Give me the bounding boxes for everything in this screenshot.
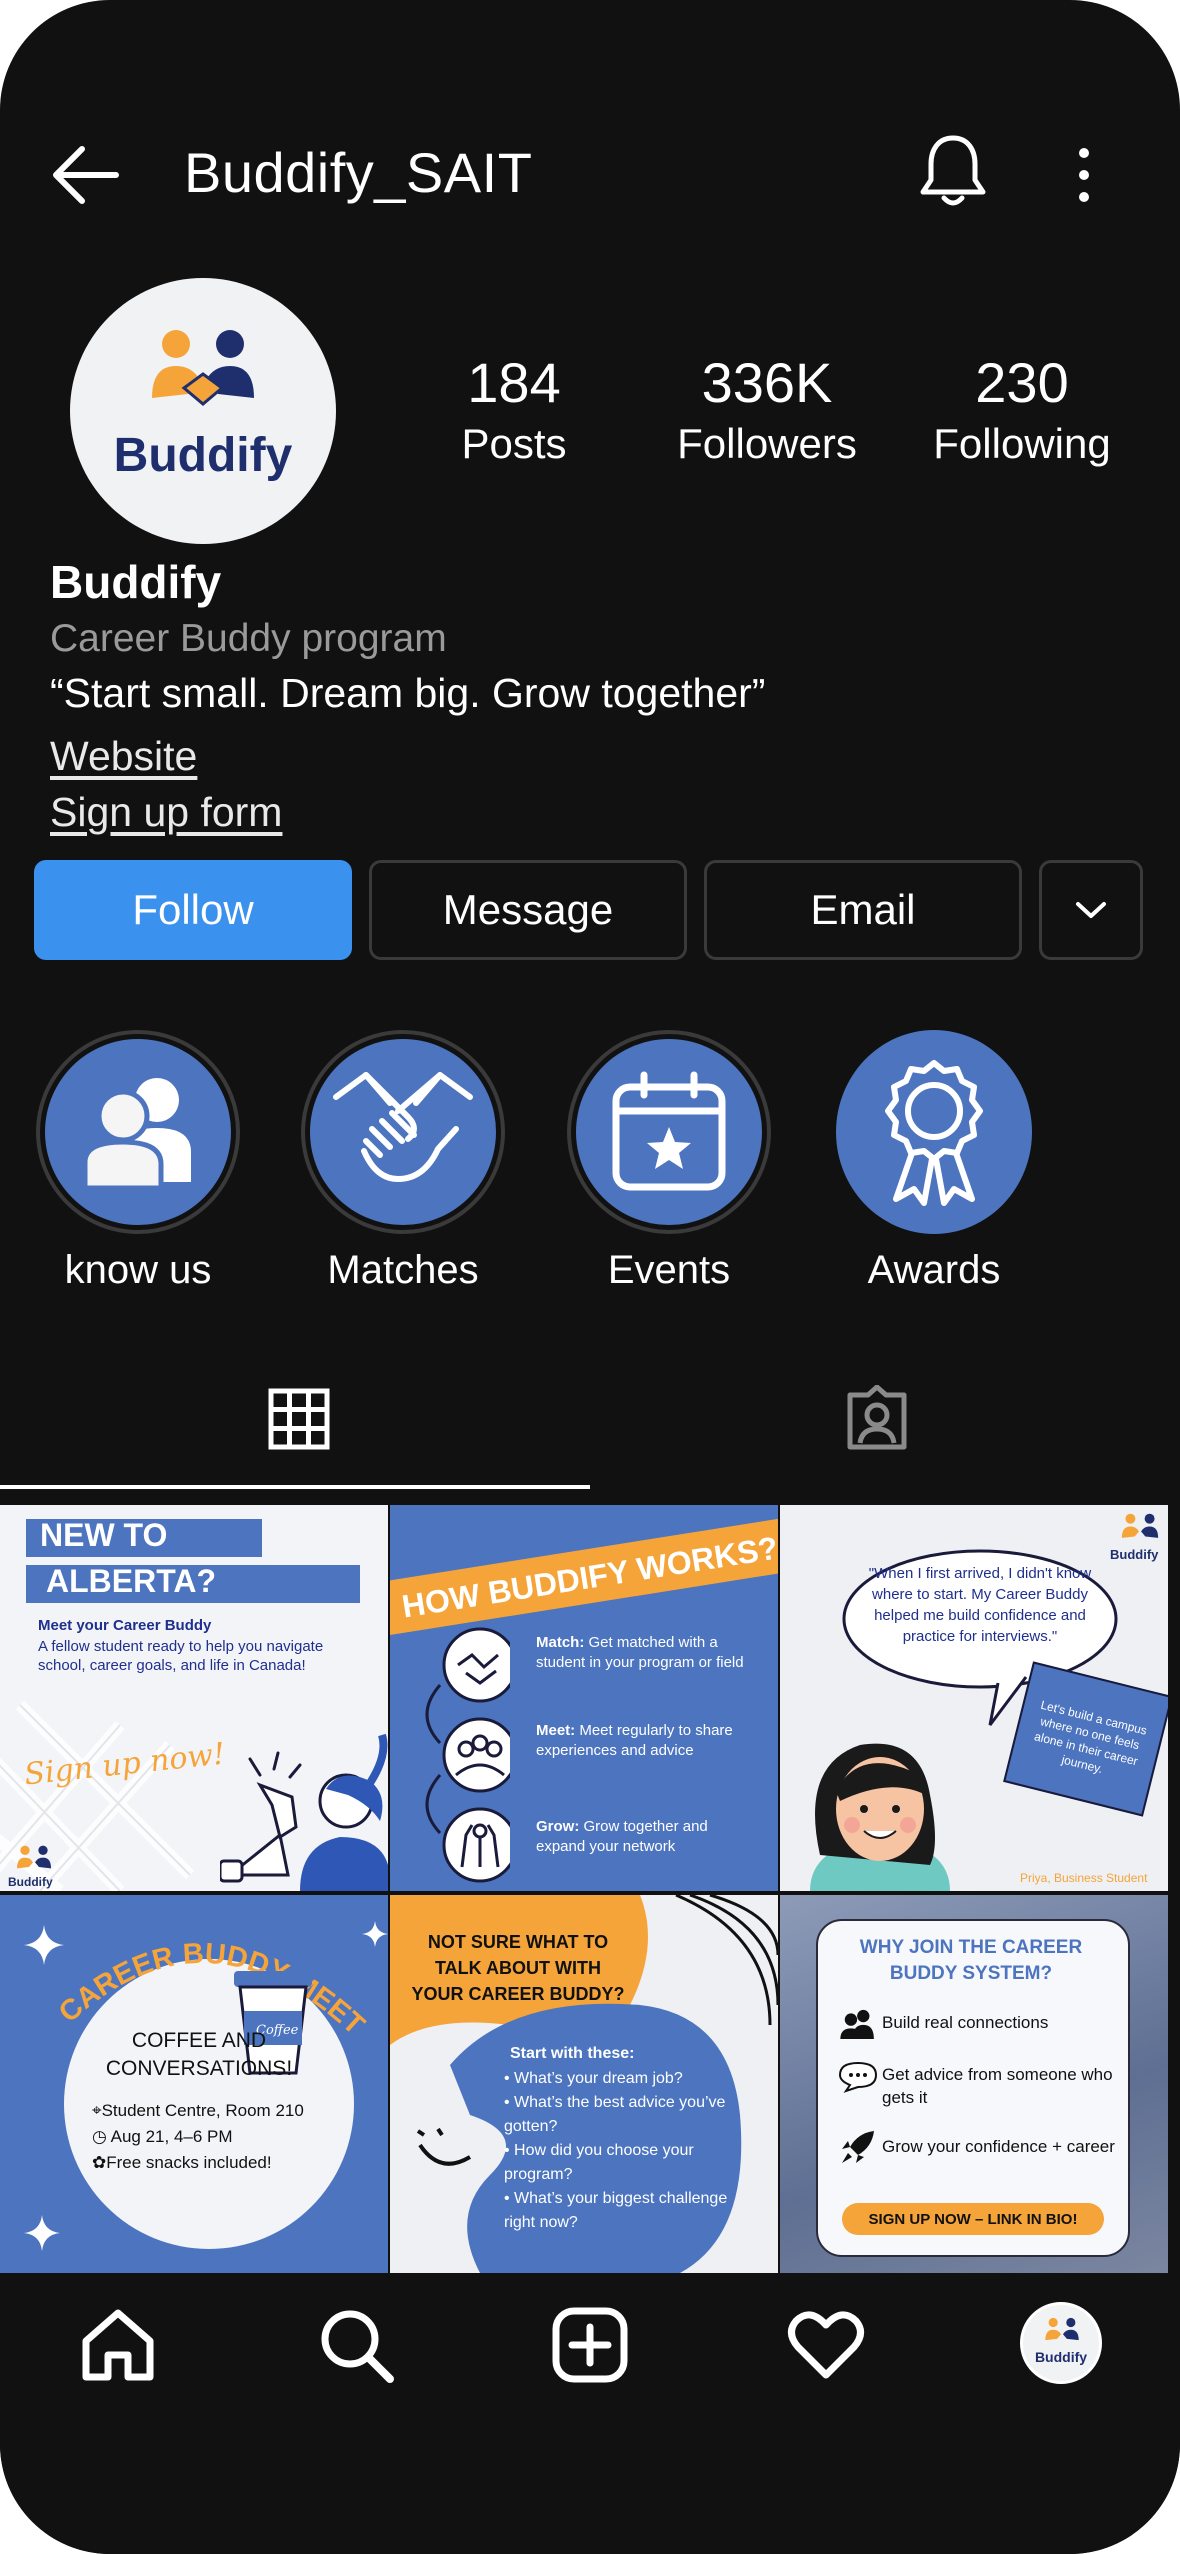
meetup-arc-title: CAREER BUDDY MEETUP	[20, 1903, 371, 2042]
active-tab-indicator	[0, 1485, 590, 1489]
post-title-line2: ALBERTA?	[46, 1563, 217, 1599]
post-heading: NOT SURE WHAT TO TALK ABOUT WITH YOUR CA…	[411, 1932, 625, 2004]
highlight-label: Awards	[867, 1248, 1001, 1292]
post-snacks: ✿Free snacks included!	[92, 2153, 272, 2172]
chevron-down-icon	[1076, 902, 1106, 918]
sparkle-icon	[24, 1925, 64, 1965]
following-label[interactable]: Following	[892, 420, 1152, 468]
student-illustration	[810, 1743, 950, 1891]
award-ribbon-icon	[885, 1060, 983, 1206]
post-step-match: Match: Get matched with a student in you…	[536, 1634, 744, 1671]
buddify-logo-icon	[1121, 1513, 1159, 1538]
follow-button[interactable]: Follow	[34, 860, 352, 960]
calendar-star-icon	[612, 1071, 726, 1191]
sparkle-icon	[362, 1921, 388, 1947]
post-heading: Meet your Career Buddy	[38, 1617, 212, 1634]
post-career-buddy-meetup[interactable]: CAREER BUDDY MEETUP Coffee COFFEE AND CO…	[0, 1895, 388, 2273]
highlight-know-us[interactable]: know us	[32, 1030, 244, 1293]
grid-icon[interactable]	[268, 1388, 330, 1450]
post-step-grow: Grow: Grow together and expand your netw…	[536, 1818, 708, 1855]
following-count[interactable]: 230	[892, 350, 1152, 415]
people-icon	[82, 1078, 191, 1191]
email-button[interactable]: Email	[704, 860, 1022, 960]
heart-icon[interactable]	[786, 2305, 866, 2385]
highlight-events[interactable]: Events	[563, 1030, 775, 1293]
post-title: COFFEE AND CONVERSATIONS!	[105, 2029, 293, 2080]
profile-display-name: Buddify	[50, 556, 222, 608]
handshake-icon	[333, 1072, 473, 1182]
phone-screen: Buddify_SAIT Buddify 184 Posts 336K Foll…	[0, 0, 1180, 2554]
chat-bubble-icon	[838, 2061, 878, 2093]
steps-illustration	[425, 1627, 510, 1883]
post-credit: Priya, Business Student	[1020, 1871, 1148, 1885]
buddify-logo-icon	[17, 1845, 51, 1869]
followers-count[interactable]: 336K	[637, 350, 897, 415]
post-logo-text: Buddify	[8, 1875, 53, 1889]
post-body: A fellow student ready to help you navig…	[38, 1638, 324, 1674]
post-title-line1: NEW TO	[40, 1517, 168, 1553]
post-item: Grow your confidence + career	[882, 2137, 1115, 2156]
more-options-icon[interactable]	[1072, 145, 1096, 205]
profile-username: Buddify_SAIT	[184, 141, 533, 204]
highlight-label: Matches	[327, 1248, 479, 1292]
avatar-brand-text: Buddify	[1034, 2349, 1088, 2365]
posts-count: 184	[467, 351, 561, 414]
followers-label[interactable]: Followers	[637, 420, 897, 468]
buddify-logo-icon	[152, 330, 254, 406]
post-quote: "When I first arrived, I didn't know whe…	[868, 1565, 1092, 1645]
post-how-buddify-works[interactable]: HOW BUDDIFY WORKS? Match: Get matched wi…	[390, 1505, 778, 1891]
highlight-label: Events	[607, 1248, 731, 1292]
search-icon[interactable]	[316, 2305, 396, 2385]
post-testimonial[interactable]: Buddify "When I first arrived, I didn't …	[780, 1505, 1168, 1891]
home-icon[interactable]	[78, 2305, 158, 2385]
signup-form-link[interactable]: Sign up form	[50, 789, 282, 836]
post-conversation-starters[interactable]: NOT SURE WHAT TO TALK ABOUT WITH YOUR CA…	[390, 1895, 778, 2273]
highlight-label: know us	[64, 1248, 212, 1292]
post-step-meet: Meet: Meet regularly to share experience…	[536, 1722, 733, 1759]
profile-avatar[interactable]: Buddify	[70, 278, 336, 544]
rocket-icon	[842, 2131, 874, 2163]
people-icon	[840, 2009, 874, 2039]
buddify-logo-icon	[1045, 2317, 1079, 2341]
post-location: ⌖Student Centre, Room 210	[92, 2101, 304, 2120]
message-button[interactable]: Message	[369, 860, 687, 960]
add-post-icon[interactable]	[550, 2305, 630, 2385]
post-new-to-alberta[interactable]: NEW TO ALBERTA? Meet your Career Buddy A…	[0, 1505, 388, 1891]
back-arrow-icon[interactable]	[46, 140, 126, 210]
profile-bio: “Start small. Dream big. Grow together”	[50, 670, 766, 716]
megaphone-person-illustration	[220, 1733, 388, 1891]
sparkle-icon	[24, 2215, 60, 2251]
svg-text:CAREER BUDDY MEETUP: CAREER BUDDY MEETUP	[20, 1903, 371, 2042]
highlight-awards[interactable]: Awards	[828, 1030, 1040, 1293]
highlight-matches[interactable]: Matches	[297, 1030, 509, 1293]
profile-category: Career Buddy program	[50, 617, 447, 660]
website-link[interactable]: Website	[50, 733, 197, 780]
post-why-join[interactable]: WHY JOIN THE CAREER BUDDY SYSTEM? Build …	[780, 1895, 1168, 2273]
post-heading: WHY JOIN THE CAREER BUDDY SYSTEM?	[859, 1937, 1083, 1984]
posts-label: Posts	[461, 420, 567, 467]
post-question-list: • What’s your dream job? • What’s the bes…	[504, 2070, 728, 2231]
post-item: Get advice from someone who gets it	[882, 2065, 1113, 2107]
post-cta: SIGN UP NOW – LINK IN BIO!	[842, 2203, 1104, 2235]
tagged-person-icon[interactable]	[844, 1385, 910, 1451]
post-start-label: Start with these:	[510, 2045, 635, 2062]
suggested-dropdown-button[interactable]	[1039, 860, 1143, 960]
post-time: ◷ Aug 21, 4–6 PM	[92, 2127, 233, 2146]
bell-icon[interactable]	[918, 132, 988, 210]
avatar-brand-text: Buddify	[113, 429, 293, 482]
post-item: Build real connections	[882, 2013, 1049, 2032]
profile-avatar[interactable]: Buddify	[1020, 2302, 1102, 2384]
